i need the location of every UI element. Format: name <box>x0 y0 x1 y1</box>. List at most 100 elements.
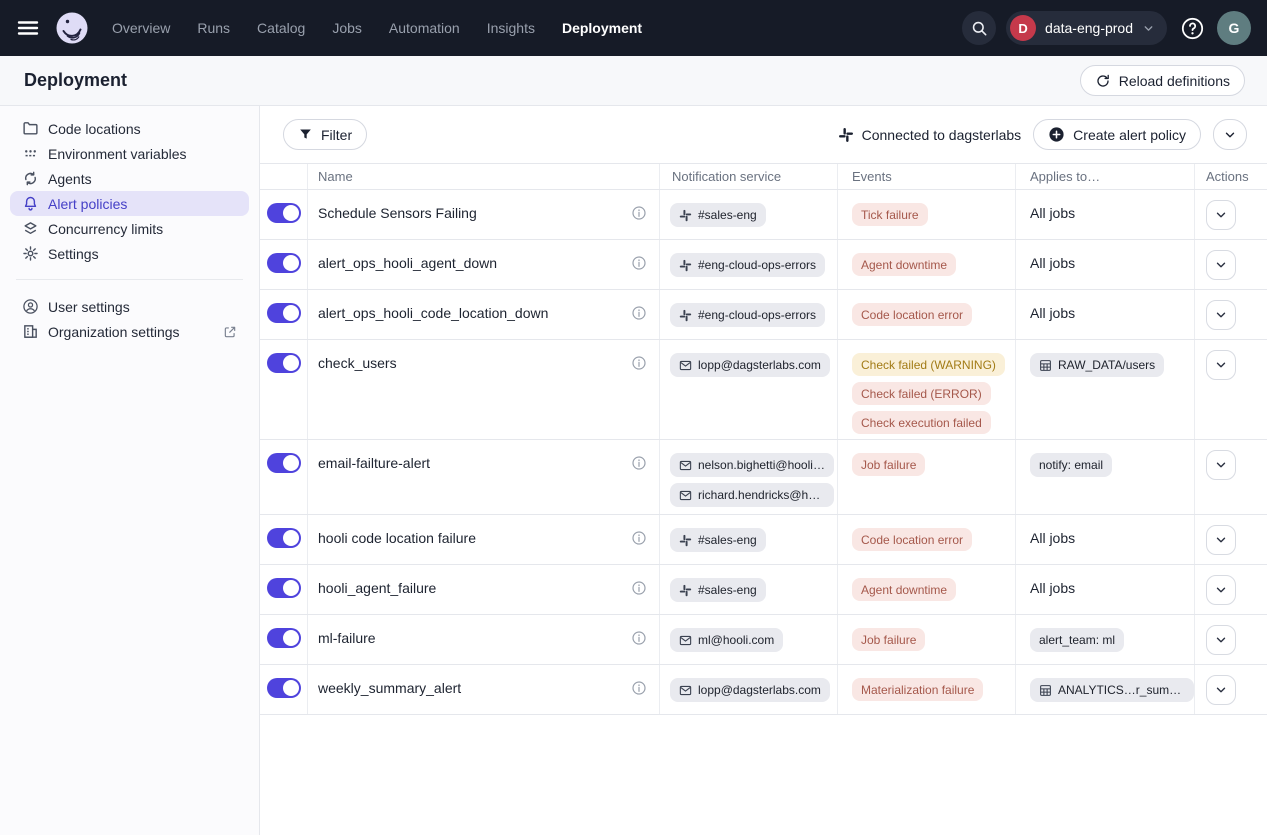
row-actions-button[interactable] <box>1206 350 1236 380</box>
enabled-toggle[interactable] <box>267 203 301 223</box>
org-icon <box>22 323 39 340</box>
enabled-toggle[interactable] <box>267 628 301 648</box>
primary-nav: Overview Runs Catalog Jobs Automation Insight… <box>112 20 642 36</box>
event-badge: Check execution failed <box>852 411 991 434</box>
main-panel: Filter Connected to dagsterlabs Create a… <box>260 106 1267 835</box>
create-alert-policy-button[interactable]: Create alert policy <box>1033 119 1201 150</box>
name-cell: email-failture-alert <box>308 440 660 514</box>
event-badge: Materialization failure <box>852 678 983 701</box>
notification-cell: #sales-eng <box>660 515 838 564</box>
layers-icon <box>22 220 39 237</box>
enabled-toggle[interactable] <box>267 528 301 548</box>
sidebar-item-label: Organization settings <box>48 324 180 340</box>
applies-to-cell: alert_team: ml <box>1016 615 1195 664</box>
sidebar-item-label: Concurrency limits <box>48 221 163 237</box>
slack-icon <box>679 584 692 597</box>
notification-label: #sales-eng <box>698 208 757 222</box>
policy-name: hooli_agent_failure <box>318 578 436 598</box>
sidebar-item-agents[interactable]: Agents <box>10 166 249 191</box>
info-icon[interactable] <box>631 305 647 321</box>
enabled-toggle[interactable] <box>267 578 301 598</box>
toggle-cell <box>260 615 308 664</box>
nav-item-catalog[interactable]: Catalog <box>257 20 305 36</box>
name-cell: check_users <box>308 340 660 439</box>
alert-policy-row: email-failture-alert nelson.bighetti@hoo… <box>260 440 1267 515</box>
info-icon[interactable] <box>631 255 647 271</box>
slack-icon <box>838 127 854 143</box>
name-cell: Schedule Sensors Failing <box>308 190 660 239</box>
toggle-cell <box>260 515 308 564</box>
nav-item-jobs[interactable]: Jobs <box>332 20 362 36</box>
nav-item-automation[interactable]: Automation <box>389 20 460 36</box>
enabled-toggle[interactable] <box>267 303 301 323</box>
info-icon[interactable] <box>631 455 647 471</box>
info-icon[interactable] <box>631 630 647 646</box>
enabled-toggle[interactable] <box>267 253 301 273</box>
search-button[interactable] <box>962 11 996 45</box>
info-icon[interactable] <box>631 530 647 546</box>
notification-label: #sales-eng <box>698 533 757 547</box>
filter-label: Filter <box>321 127 352 143</box>
sidebar-item-user-settings[interactable]: User settings <box>10 294 249 319</box>
help-button[interactable] <box>1177 13 1207 43</box>
row-actions-button[interactable] <box>1206 250 1236 280</box>
enabled-toggle[interactable] <box>267 678 301 698</box>
reload-label: Reload definitions <box>1119 73 1230 89</box>
row-actions-button[interactable] <box>1206 200 1236 230</box>
row-actions-button[interactable] <box>1206 450 1236 480</box>
row-actions-button[interactable] <box>1206 525 1236 555</box>
more-actions-button[interactable] <box>1213 119 1247 150</box>
notification-cell: #eng-cloud-ops-errors <box>660 290 838 339</box>
nav-item-insights[interactable]: Insights <box>487 20 535 36</box>
sidebar-main-items: Code locationsEnvironment variablesAgent… <box>0 116 259 266</box>
events-cell: Job failure <box>838 440 1016 514</box>
app-window: Overview Runs Catalog Jobs Automation Insight… <box>0 0 1267 835</box>
alert-policies-table: Name Notification service Events Applies… <box>260 163 1267 715</box>
row-actions-button[interactable] <box>1206 625 1236 655</box>
bell-icon <box>22 195 39 212</box>
enabled-toggle[interactable] <box>267 453 301 473</box>
info-icon[interactable] <box>631 580 647 596</box>
notification-cell: ml@hooli.com <box>660 615 838 664</box>
event-badge: Job failure <box>852 628 925 651</box>
row-actions-button[interactable] <box>1206 675 1236 705</box>
table-header: Name Notification service Events Applies… <box>260 164 1267 190</box>
sidebar-divider <box>16 279 243 280</box>
event-badge: Agent downtime <box>852 578 956 601</box>
nav-item-runs[interactable]: Runs <box>197 20 230 36</box>
row-actions-button[interactable] <box>1206 575 1236 605</box>
info-icon[interactable] <box>631 355 647 371</box>
nav-item-overview[interactable]: Overview <box>112 20 170 36</box>
sidebar-item-concurrency-limits[interactable]: Concurrency limits <box>10 216 249 241</box>
row-actions-button[interactable] <box>1206 300 1236 330</box>
policy-name: check_users <box>318 353 397 373</box>
info-icon[interactable] <box>631 205 647 221</box>
sidebar-item-code-locations[interactable]: Code locations <box>10 116 249 141</box>
name-cell: ml-failure <box>308 615 660 664</box>
events-cell: Tick failure <box>838 190 1016 239</box>
sidebar-item-alert-policies[interactable]: Alert policies <box>10 191 249 216</box>
info-icon[interactable] <box>631 680 647 696</box>
reload-definitions-button[interactable]: Reload definitions <box>1080 65 1245 96</box>
user-icon <box>22 298 39 315</box>
sidebar-item-environment-variables[interactable]: Environment variables <box>10 141 249 166</box>
sidebar-item-settings[interactable]: Settings <box>10 241 249 266</box>
filter-button[interactable]: Filter <box>283 119 367 150</box>
actions-cell <box>1195 515 1267 564</box>
nav-item-deployment[interactable]: Deployment <box>562 20 642 36</box>
connected-to-slack-status[interactable]: Connected to dagsterlabs <box>838 127 1022 143</box>
menu-icon[interactable] <box>16 15 42 41</box>
applies-to-asset-pill: RAW_DATA/users <box>1030 353 1164 377</box>
applies-to-value: ANALYTICS…r_summary <box>1058 683 1185 697</box>
external-link-icon <box>223 325 237 339</box>
event-badge: Check failed (WARNING) <box>852 353 1005 376</box>
email-icon <box>679 634 692 647</box>
th-actions: Actions <box>1195 164 1267 189</box>
dagster-logo-icon[interactable] <box>54 10 90 46</box>
sidebar-footer-items: User settings Organization settings <box>0 294 259 344</box>
deployment-switcher[interactable]: D data-eng-prod <box>1006 11 1167 45</box>
enabled-toggle[interactable] <box>267 353 301 373</box>
sidebar-item-organization-settings[interactable]: Organization settings <box>10 319 249 344</box>
notification-pill: #sales-eng <box>670 203 766 227</box>
user-avatar[interactable]: G <box>1217 11 1251 45</box>
